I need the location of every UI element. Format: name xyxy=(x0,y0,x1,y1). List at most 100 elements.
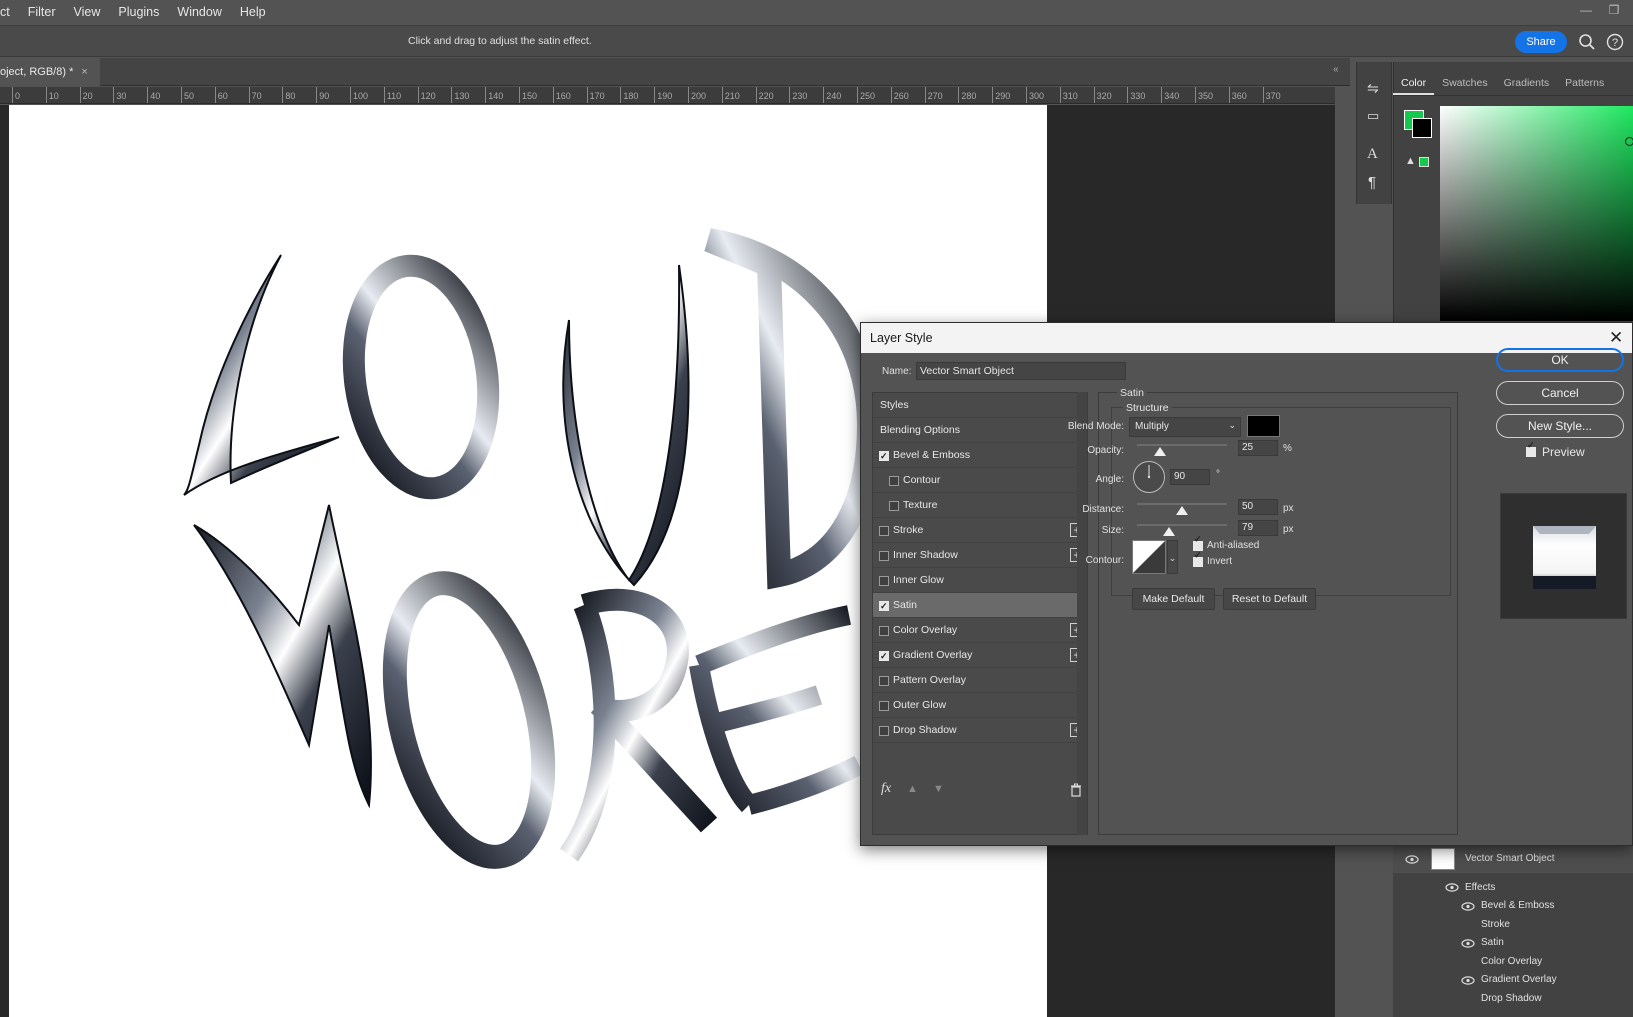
visibility-eye-icon[interactable] xyxy=(1461,939,1475,948)
style-checkbox[interactable] xyxy=(879,444,889,468)
style-row-outer-glow[interactable]: Outer Glow xyxy=(873,693,1081,718)
tab-color[interactable]: Color xyxy=(1393,70,1435,95)
invert-checkbox-box[interactable] xyxy=(1193,550,1203,567)
angle-dial[interactable] xyxy=(1132,460,1166,494)
size-slider-track[interactable] xyxy=(1137,524,1227,526)
style-checkbox[interactable] xyxy=(889,476,899,486)
distance-slider-track[interactable] xyxy=(1137,503,1227,505)
styles-list-scrollbar[interactable] xyxy=(1077,392,1087,835)
tab-patterns[interactable]: Patterns xyxy=(1557,70,1612,95)
document-tab[interactable]: oject, RGB/8) * × xyxy=(0,58,100,86)
style-checkbox[interactable] xyxy=(879,676,889,686)
visibility-eye-icon[interactable] xyxy=(1461,976,1475,985)
opacity-slider-track[interactable] xyxy=(1137,444,1227,446)
style-checkbox[interactable] xyxy=(879,626,889,636)
style-checkbox[interactable] xyxy=(889,501,899,511)
move-up-icon[interactable]: ▲ xyxy=(907,783,918,795)
trash-icon[interactable] xyxy=(1070,783,1082,797)
visibility-eye-icon[interactable] xyxy=(1405,855,1419,864)
effects-row[interactable]: Effects xyxy=(1393,878,1633,897)
menu-item[interactable]: ct xyxy=(0,5,18,19)
style-checkbox[interactable] xyxy=(879,551,889,561)
menu-item[interactable]: Plugins xyxy=(108,5,167,19)
ruler-tick xyxy=(1127,87,1129,103)
style-row-color-overlay[interactable]: Color Overlay+ xyxy=(873,618,1084,643)
restore-icon[interactable]: ❐ xyxy=(1604,3,1624,21)
style-checkbox[interactable] xyxy=(879,594,889,618)
style-checkbox[interactable] xyxy=(879,576,889,586)
style-row-gradient-overlay[interactable]: Gradient Overlay+ xyxy=(873,643,1084,668)
style-row-inner-shadow[interactable]: Inner Shadow+ xyxy=(873,543,1084,568)
satin-color-swatch[interactable] xyxy=(1247,415,1280,437)
style-checkbox[interactable] xyxy=(879,526,889,536)
cancel-button[interactable]: Cancel xyxy=(1496,381,1624,405)
preview-checkbox-box[interactable] xyxy=(1526,440,1536,457)
distance-field[interactable]: 50 xyxy=(1238,499,1278,515)
style-row-bevel-emboss[interactable]: Bevel & Emboss xyxy=(873,443,1081,468)
comments-icon[interactable]: ▭ xyxy=(1367,108,1379,124)
menu-item[interactable]: Help xyxy=(230,5,274,19)
menu-item[interactable]: View xyxy=(64,5,109,19)
effect-row[interactable]: Stroke xyxy=(1393,916,1633,935)
tab-gradients[interactable]: Gradients xyxy=(1496,70,1558,95)
angle-field[interactable]: 90 xyxy=(1170,469,1210,485)
ruler-label: 150 xyxy=(522,91,538,101)
contour-picker[interactable] xyxy=(1132,540,1166,574)
style-row-styles[interactable]: Styles xyxy=(873,393,1081,418)
color-picker-cursor[interactable] xyxy=(1625,137,1633,146)
opacity-field[interactable]: 25 xyxy=(1238,440,1278,456)
style-row-contour[interactable]: Contour xyxy=(873,468,1081,493)
blend-mode-select[interactable]: Multiply ⌄ xyxy=(1129,417,1241,437)
style-checkbox[interactable] xyxy=(879,701,889,711)
color-picker-field[interactable] xyxy=(1440,106,1633,321)
background-color-swatch[interactable] xyxy=(1412,118,1432,138)
collapse-panels-icon[interactable]: « xyxy=(1333,64,1339,75)
visibility-eye-icon[interactable] xyxy=(1445,883,1459,892)
search-icon[interactable] xyxy=(1577,32,1597,52)
effect-label: Bevel & Emboss xyxy=(1481,900,1555,911)
menu-item[interactable]: Window xyxy=(167,5,229,19)
ruler-tick xyxy=(620,87,622,103)
size-field[interactable]: 79 xyxy=(1238,520,1278,536)
share-button[interactable]: Share xyxy=(1515,31,1567,53)
close-tab-icon[interactable]: × xyxy=(81,66,87,78)
effect-row[interactable]: Gradient Overlay xyxy=(1393,971,1633,990)
help-icon[interactable]: ? xyxy=(1605,32,1625,52)
minimize-icon[interactable]: — xyxy=(1576,3,1596,21)
size-slider-thumb[interactable] xyxy=(1163,527,1176,536)
history-icon[interactable]: ⇋ xyxy=(1367,80,1379,97)
style-checkbox[interactable] xyxy=(879,644,889,668)
paragraph-icon[interactable]: ¶ xyxy=(1368,174,1376,191)
style-row-inner-glow[interactable]: Inner Glow xyxy=(873,568,1081,593)
tab-swatches[interactable]: Swatches xyxy=(1434,70,1496,95)
ruler-tick xyxy=(1059,87,1061,103)
visibility-eye-icon[interactable] xyxy=(1461,902,1475,911)
effect-row[interactable]: Color Overlay xyxy=(1393,953,1633,972)
make-default-button[interactable]: Make Default xyxy=(1132,588,1215,610)
contour-dropdown-chevron-icon[interactable]: ⌄ xyxy=(1167,540,1178,574)
style-checkbox[interactable] xyxy=(879,726,889,736)
style-row-blending-options[interactable]: Blending Options xyxy=(873,418,1081,443)
opacity-slider-thumb[interactable] xyxy=(1153,447,1166,456)
reset-to-default-button[interactable]: Reset to Default xyxy=(1223,588,1316,610)
ok-button[interactable]: OK xyxy=(1496,348,1624,372)
style-row-texture[interactable]: Texture xyxy=(873,493,1081,518)
fx-icon[interactable]: fx xyxy=(881,781,891,797)
style-row-stroke[interactable]: Stroke+ xyxy=(873,518,1084,543)
layer-row[interactable]: Vector Smart Object xyxy=(1393,845,1633,873)
effect-row[interactable]: Drop Shadow xyxy=(1393,990,1633,1009)
web-safe-color-swatch[interactable] xyxy=(1419,157,1429,167)
effect-row[interactable]: Bevel & Emboss xyxy=(1393,897,1633,916)
layer-name-field[interactable] xyxy=(916,362,1126,380)
distance-slider-thumb[interactable] xyxy=(1176,506,1188,515)
new-style-button[interactable]: New Style... xyxy=(1496,414,1624,438)
close-icon[interactable]: ✕ xyxy=(1609,328,1623,348)
ruler-label: 290 xyxy=(995,91,1011,101)
character-icon[interactable]: A xyxy=(1367,146,1378,163)
move-down-icon[interactable]: ▼ xyxy=(933,783,944,795)
style-row-pattern-overlay[interactable]: Pattern Overlay xyxy=(873,668,1081,693)
effect-row[interactable]: Satin xyxy=(1393,934,1633,953)
menu-item[interactable]: Filter xyxy=(18,5,64,19)
style-row-satin[interactable]: Satin xyxy=(873,593,1081,618)
style-row-drop-shadow[interactable]: Drop Shadow+ xyxy=(873,718,1084,743)
